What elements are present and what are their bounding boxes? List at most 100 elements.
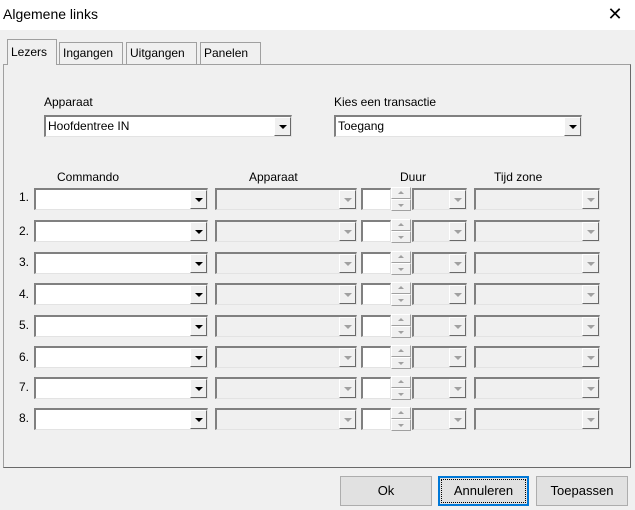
device-select[interactable]: Hoofdentree IN: [44, 115, 292, 137]
chevron-down-icon: [339, 254, 356, 273]
duration-input[interactable]: [361, 315, 391, 337]
chevron-down-icon: [582, 348, 599, 367]
spin-down-icon[interactable]: [391, 326, 411, 338]
chevron-down-icon[interactable]: [190, 379, 207, 398]
row-number: 3.: [19, 255, 30, 269]
chevron-down-icon: [339, 410, 356, 429]
chevron-down-icon: [449, 222, 466, 241]
duration-input[interactable]: [361, 283, 391, 305]
tab-label: Panelen: [204, 46, 249, 60]
row-number: 1.: [19, 190, 30, 204]
duration-spinner[interactable]: [391, 187, 411, 211]
chevron-down-icon: [449, 317, 466, 336]
spin-up-icon[interactable]: [391, 376, 411, 388]
title-bar: Algemene links ✕: [0, 0, 635, 30]
tab-label: Ingangen: [63, 46, 114, 60]
close-icon[interactable]: ✕: [603, 3, 627, 27]
spin-down-icon[interactable]: [391, 388, 411, 400]
chevron-down-icon: [339, 285, 356, 304]
spin-down-icon[interactable]: [391, 199, 411, 211]
device-row-select: [215, 188, 357, 210]
duration-unit-select: [412, 220, 467, 242]
device-row-select: [215, 377, 357, 399]
chevron-down-icon[interactable]: [190, 410, 207, 429]
cancel-button[interactable]: Annuleren: [438, 476, 529, 506]
transaction-select[interactable]: Toegang: [334, 115, 582, 137]
tab-panelen[interactable]: Panelen: [200, 42, 261, 64]
tab-label: Lezers: [11, 45, 48, 59]
duration-spinner[interactable]: [391, 345, 411, 369]
duration-unit-select: [412, 252, 467, 274]
duration-input[interactable]: [361, 377, 391, 399]
duration-spinner[interactable]: [391, 251, 411, 275]
duration-spinner[interactable]: [391, 314, 411, 338]
spin-up-icon[interactable]: [391, 219, 411, 231]
command-select[interactable]: [34, 408, 208, 430]
chevron-down-icon: [449, 410, 466, 429]
chevron-down-icon: [582, 222, 599, 241]
tab-lezers[interactable]: Lezers: [7, 39, 57, 65]
tab-uitgangen[interactable]: Uitgangen: [126, 42, 197, 64]
spin-up-icon[interactable]: [391, 251, 411, 263]
duration-input[interactable]: [361, 252, 391, 274]
spin-down-icon[interactable]: [391, 357, 411, 369]
duration-spinner[interactable]: [391, 407, 411, 431]
duration-input[interactable]: [361, 346, 391, 368]
chevron-down-icon[interactable]: [190, 285, 207, 304]
spin-up-icon[interactable]: [391, 345, 411, 357]
row-number: 2.: [19, 224, 30, 238]
spin-up-icon[interactable]: [391, 282, 411, 294]
chevron-down-icon[interactable]: [274, 117, 291, 136]
spin-up-icon[interactable]: [391, 187, 411, 199]
row-number: 4.: [19, 287, 30, 301]
chevron-down-icon: [339, 190, 356, 209]
device-row-select: [215, 283, 357, 305]
duration-unit-select: [412, 315, 467, 337]
chevron-down-icon[interactable]: [564, 117, 581, 136]
spin-up-icon[interactable]: [391, 314, 411, 326]
chevron-down-icon[interactable]: [190, 254, 207, 273]
duration-input[interactable]: [361, 408, 391, 430]
ok-button[interactable]: Ok: [340, 476, 432, 506]
duration-unit-select: [412, 283, 467, 305]
chevron-down-icon[interactable]: [190, 190, 207, 209]
chevron-down-icon[interactable]: [190, 222, 207, 241]
tab-label: Uitgangen: [130, 46, 185, 60]
device-row-select: [215, 252, 357, 274]
command-select[interactable]: [34, 346, 208, 368]
tab-ingangen[interactable]: Ingangen: [59, 42, 123, 64]
row-number: 8.: [19, 411, 30, 425]
command-select[interactable]: [34, 283, 208, 305]
timezone-select: [474, 283, 600, 305]
apply-button-label: Toepassen: [550, 483, 614, 498]
chevron-down-icon[interactable]: [190, 317, 207, 336]
duration-spinner[interactable]: [391, 282, 411, 306]
duration-input[interactable]: [361, 220, 391, 242]
chevron-down-icon[interactable]: [190, 348, 207, 367]
timezone-select: [474, 315, 600, 337]
header-device: Apparaat: [249, 170, 298, 184]
duration-input[interactable]: [361, 188, 391, 210]
cancel-button-label: Annuleren: [453, 483, 514, 498]
command-select[interactable]: [34, 220, 208, 242]
duration-unit-select: [412, 377, 467, 399]
command-select[interactable]: [34, 377, 208, 399]
command-select[interactable]: [34, 252, 208, 274]
chevron-down-icon: [449, 379, 466, 398]
chevron-down-icon: [449, 254, 466, 273]
spin-down-icon[interactable]: [391, 263, 411, 275]
command-select[interactable]: [34, 315, 208, 337]
chevron-down-icon: [582, 379, 599, 398]
apply-button[interactable]: Toepassen: [536, 476, 628, 506]
timezone-select: [474, 188, 600, 210]
chevron-down-icon: [339, 317, 356, 336]
chevron-down-icon: [582, 190, 599, 209]
spin-down-icon[interactable]: [391, 294, 411, 306]
duration-spinner[interactable]: [391, 376, 411, 400]
spin-up-icon[interactable]: [391, 407, 411, 419]
spin-down-icon[interactable]: [391, 419, 411, 431]
spin-down-icon[interactable]: [391, 231, 411, 243]
duration-spinner[interactable]: [391, 219, 411, 243]
command-select[interactable]: [34, 188, 208, 210]
chevron-down-icon: [582, 254, 599, 273]
